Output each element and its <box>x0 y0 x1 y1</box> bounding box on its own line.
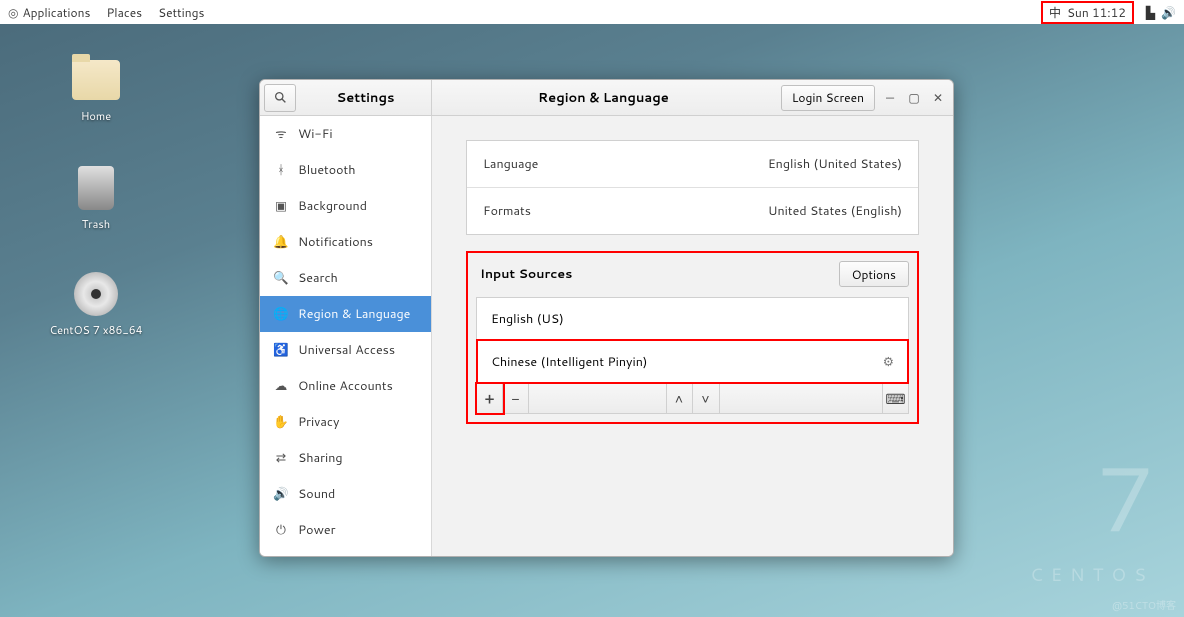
sidebar-item-region-language[interactable]: 🌐Region & Language <box>260 296 431 332</box>
settings-window: Settings Region & Language Login Screen … <box>259 79 954 557</box>
input-sources-highlight: Input Sources Options English (US) Chine… <box>466 251 919 424</box>
clock[interactable]: Sun 11:12 <box>1067 4 1126 21</box>
background-icon: ▣ <box>274 197 288 215</box>
input-source-item[interactable]: Chinese (Intelligent Pinyin) ⚙ <box>477 340 908 383</box>
search-button[interactable] <box>264 84 296 112</box>
titlebar: Settings Region & Language Login Screen … <box>260 80 953 116</box>
move-up-button[interactable]: ˄ <box>667 384 693 413</box>
sidebar-item-background[interactable]: ▣Background <box>260 188 431 224</box>
settings-content: Language English (United States) Formats… <box>432 116 953 556</box>
disc-icon <box>74 272 118 316</box>
power-icon: ⏻ <box>274 521 288 539</box>
sidebar-item-universal-access[interactable]: ♿Universal Access <box>260 332 431 368</box>
folder-icon <box>72 60 120 100</box>
input-sources-toolbar: + − ˄ ˅ ⌨ <box>476 384 909 414</box>
sidebar-item-notifications[interactable]: 🔔Notifications <box>260 224 431 260</box>
remove-source-button[interactable]: − <box>503 384 529 413</box>
top-menu-bar: Applications Places Settings 中 Sun 11:12… <box>0 0 1184 24</box>
sidebar-item-sharing[interactable]: ⇄Sharing <box>260 440 431 476</box>
menu-places[interactable]: Places <box>106 4 142 21</box>
menu-settings[interactable]: Settings <box>158 4 204 21</box>
sidebar-item-search[interactable]: 🔍Search <box>260 260 431 296</box>
formats-value: United States (English) <box>768 202 902 220</box>
privacy-icon: ✋ <box>274 413 288 431</box>
sidebar-item-power[interactable]: ⏻Power <box>260 512 431 548</box>
desktop-icon-label: Home <box>56 108 136 124</box>
close-button[interactable]: ✕ <box>929 89 947 107</box>
language-value: English (United States) <box>768 155 902 173</box>
formats-label: Formats <box>483 202 531 220</box>
move-down-button[interactable]: ˅ <box>693 384 719 413</box>
language-label: Language <box>483 155 538 173</box>
language-formats-panel: Language English (United States) Formats… <box>466 140 919 235</box>
menu-applications[interactable]: Applications <box>8 4 90 21</box>
add-source-button[interactable]: + <box>477 384 503 413</box>
share-icon: ⇄ <box>274 449 288 467</box>
search-icon: 🔍 <box>274 269 288 287</box>
gear-icon[interactable]: ⚙ <box>883 353 894 371</box>
input-sources-list: English (US) Chinese (Intelligent Pinyin… <box>476 297 909 384</box>
search-icon <box>274 91 287 104</box>
input-source-label: English (US) <box>491 310 564 328</box>
centos-watermark: 7 CENTOS <box>1030 434 1154 587</box>
sidebar-item-online-accounts[interactable]: ☁Online Accounts <box>260 368 431 404</box>
sound-icon: 🔊 <box>274 485 288 503</box>
sidebar-item-sound[interactable]: 🔊Sound <box>260 476 431 512</box>
desktop-icon-centos-disc[interactable]: CentOS 7 x86_64 <box>48 270 144 338</box>
desktop-icon-trash[interactable]: Trash <box>56 164 136 232</box>
ime-clock-highlight: 中 Sun 11:12 <box>1041 1 1134 24</box>
input-source-item[interactable]: English (US) <box>477 298 908 340</box>
globe-icon: 🌐 <box>274 305 288 323</box>
wifi-icon: ᯤ <box>274 125 288 143</box>
input-sources-header: Input Sources <box>476 265 572 283</box>
input-source-label: Chinese (Intelligent Pinyin) <box>491 353 647 371</box>
maximize-button[interactable]: ▢ <box>905 89 923 107</box>
sidebar-item-wifi[interactable]: ᯤWi-Fi <box>260 116 431 152</box>
login-screen-button[interactable]: Login Screen <box>781 85 875 111</box>
window-title: Region & Language <box>432 89 775 107</box>
credit-text: @51CTO博客 <box>1112 597 1176 613</box>
sidebar-item-network[interactable]: 🖧Network <box>260 548 431 556</box>
cloud-icon: ☁ <box>274 377 288 395</box>
input-options-button[interactable]: Options <box>839 261 909 287</box>
sidebar-item-bluetooth[interactable]: ᚼBluetooth <box>260 152 431 188</box>
language-row[interactable]: Language English (United States) <box>467 141 918 187</box>
network-tray-icon[interactable]: ▙ <box>1146 4 1155 21</box>
volume-tray-icon[interactable]: 🔊 <box>1161 4 1176 21</box>
desktop-icon-label: Trash <box>56 216 136 232</box>
desktop-icon-home[interactable]: Home <box>56 56 136 124</box>
trash-icon <box>78 166 114 210</box>
desktop-icon-label: CentOS 7 x86_64 <box>48 322 144 338</box>
formats-row[interactable]: Formats United States (English) <box>467 187 918 234</box>
bluetooth-icon: ᚼ <box>274 161 288 179</box>
bell-icon: 🔔 <box>274 233 288 251</box>
sidebar-item-privacy[interactable]: ✋Privacy <box>260 404 431 440</box>
settings-sidebar: ᯤWi-Fi ᚼBluetooth ▣Background 🔔Notificat… <box>260 116 432 556</box>
ime-indicator[interactable]: 中 <box>1049 4 1061 21</box>
sidebar-title: Settings <box>300 89 431 107</box>
minimize-button[interactable]: — <box>881 89 899 107</box>
keyboard-layout-button[interactable]: ⌨ <box>882 384 908 413</box>
accessibility-icon: ♿ <box>274 341 288 359</box>
